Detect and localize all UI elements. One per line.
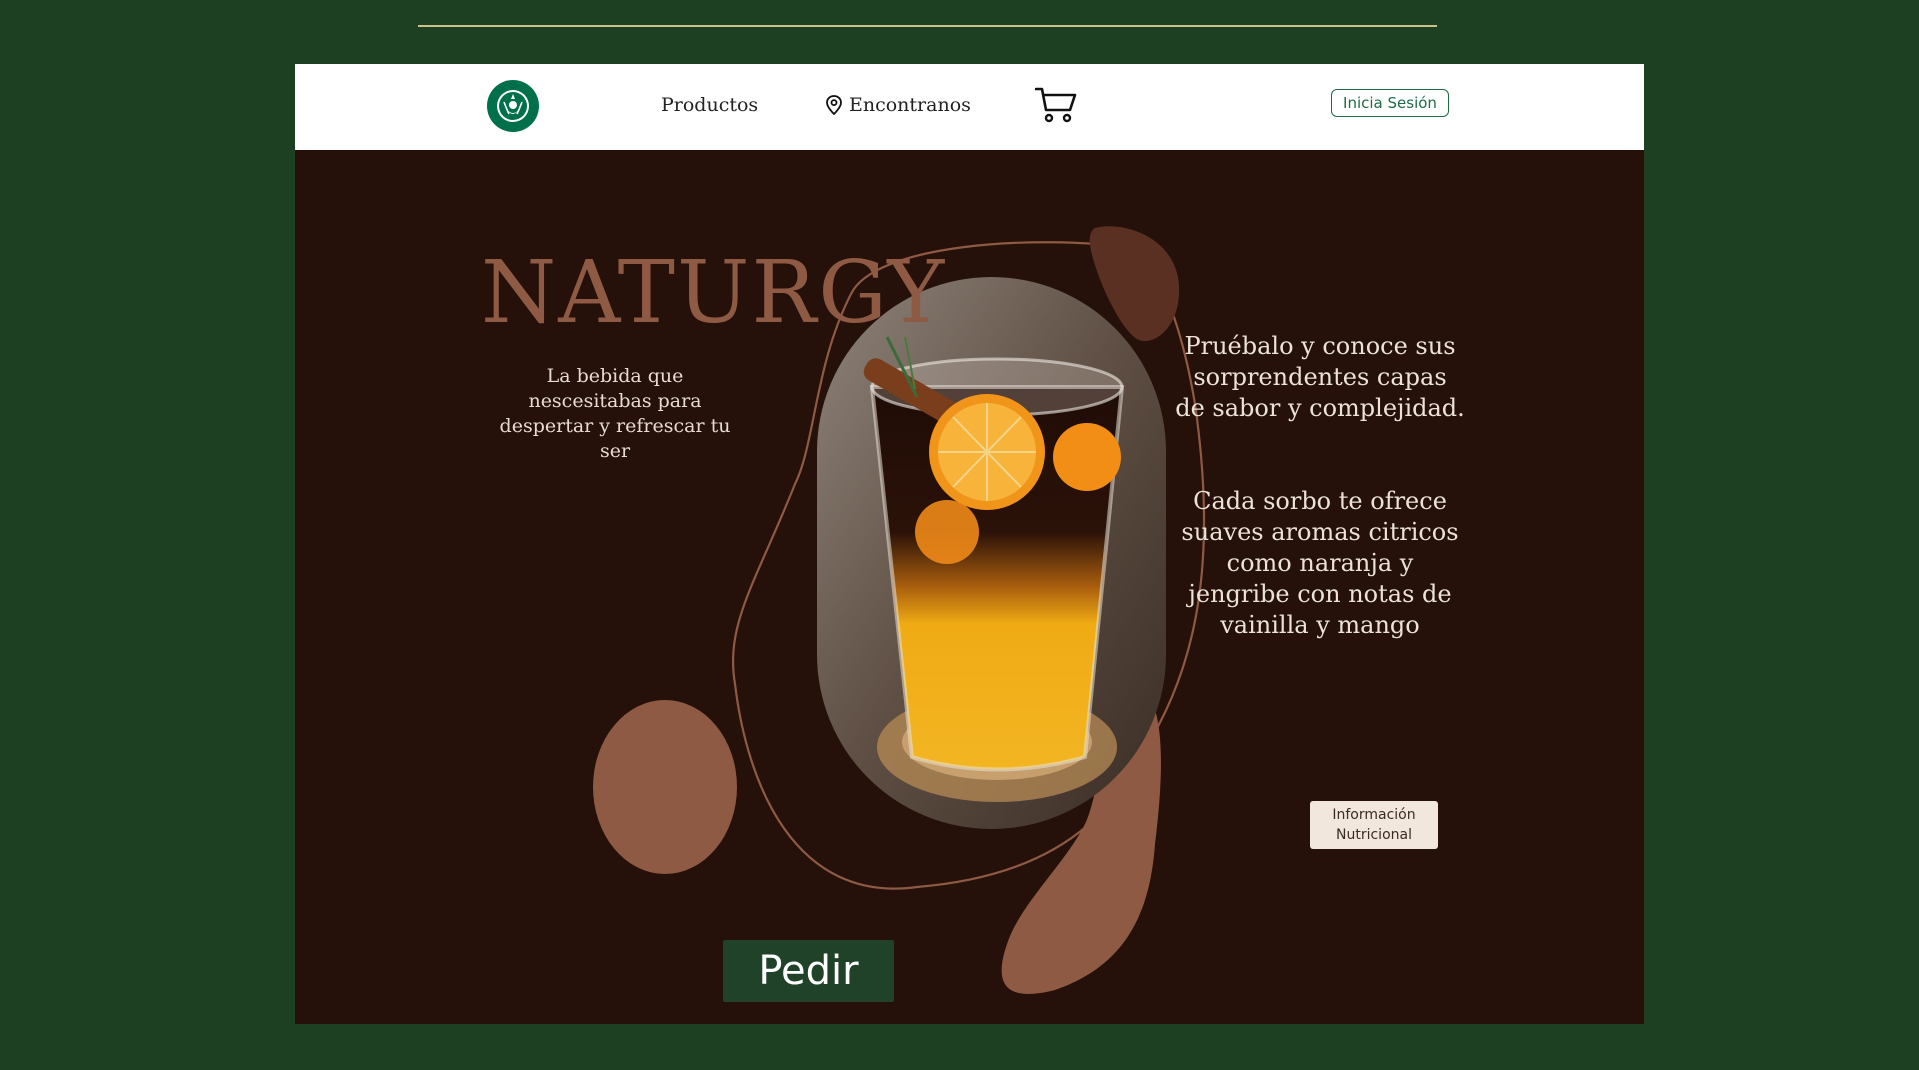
drink-image [817,277,1166,829]
hero-frame: Productos Encontranos Inicia Sesión NATU… [295,64,1644,1024]
login-button-label: Inicia Sesión [1343,94,1437,112]
nav-encontranos-label: Encontranos [849,94,971,116]
hero-subtitle: La bebida que nescesitabas para desperta… [499,365,731,462]
order-button-label: Pedir [758,948,859,994]
order-button[interactable]: Pedir [723,940,894,1002]
description-paragraph-1: Pruébalo y conoce sus sorprendentes capa… [1175,332,1465,422]
starbucks-logo-icon[interactable] [487,80,539,132]
nutrition-info-button[interactable]: Información Nutricional [1310,801,1438,849]
navbar: Productos Encontranos Inicia Sesión [295,64,1644,150]
cart-icon[interactable] [1035,86,1077,124]
nutrition-info-label: Información Nutricional [1332,807,1416,843]
nav-encontranos[interactable]: Encontranos [825,94,971,116]
brown-ellipse-shape [593,700,737,874]
description-paragraph-2: Cada sorbo te ofrece suaves aromas citri… [1181,487,1459,639]
nav-productos[interactable]: Productos [661,94,758,116]
nav-productos-label: Productos [661,94,759,116]
hero-title: NATURGY [481,243,947,343]
login-button[interactable]: Inicia Sesión [1331,89,1449,117]
location-pin-icon [826,95,842,115]
top-divider [418,25,1437,27]
